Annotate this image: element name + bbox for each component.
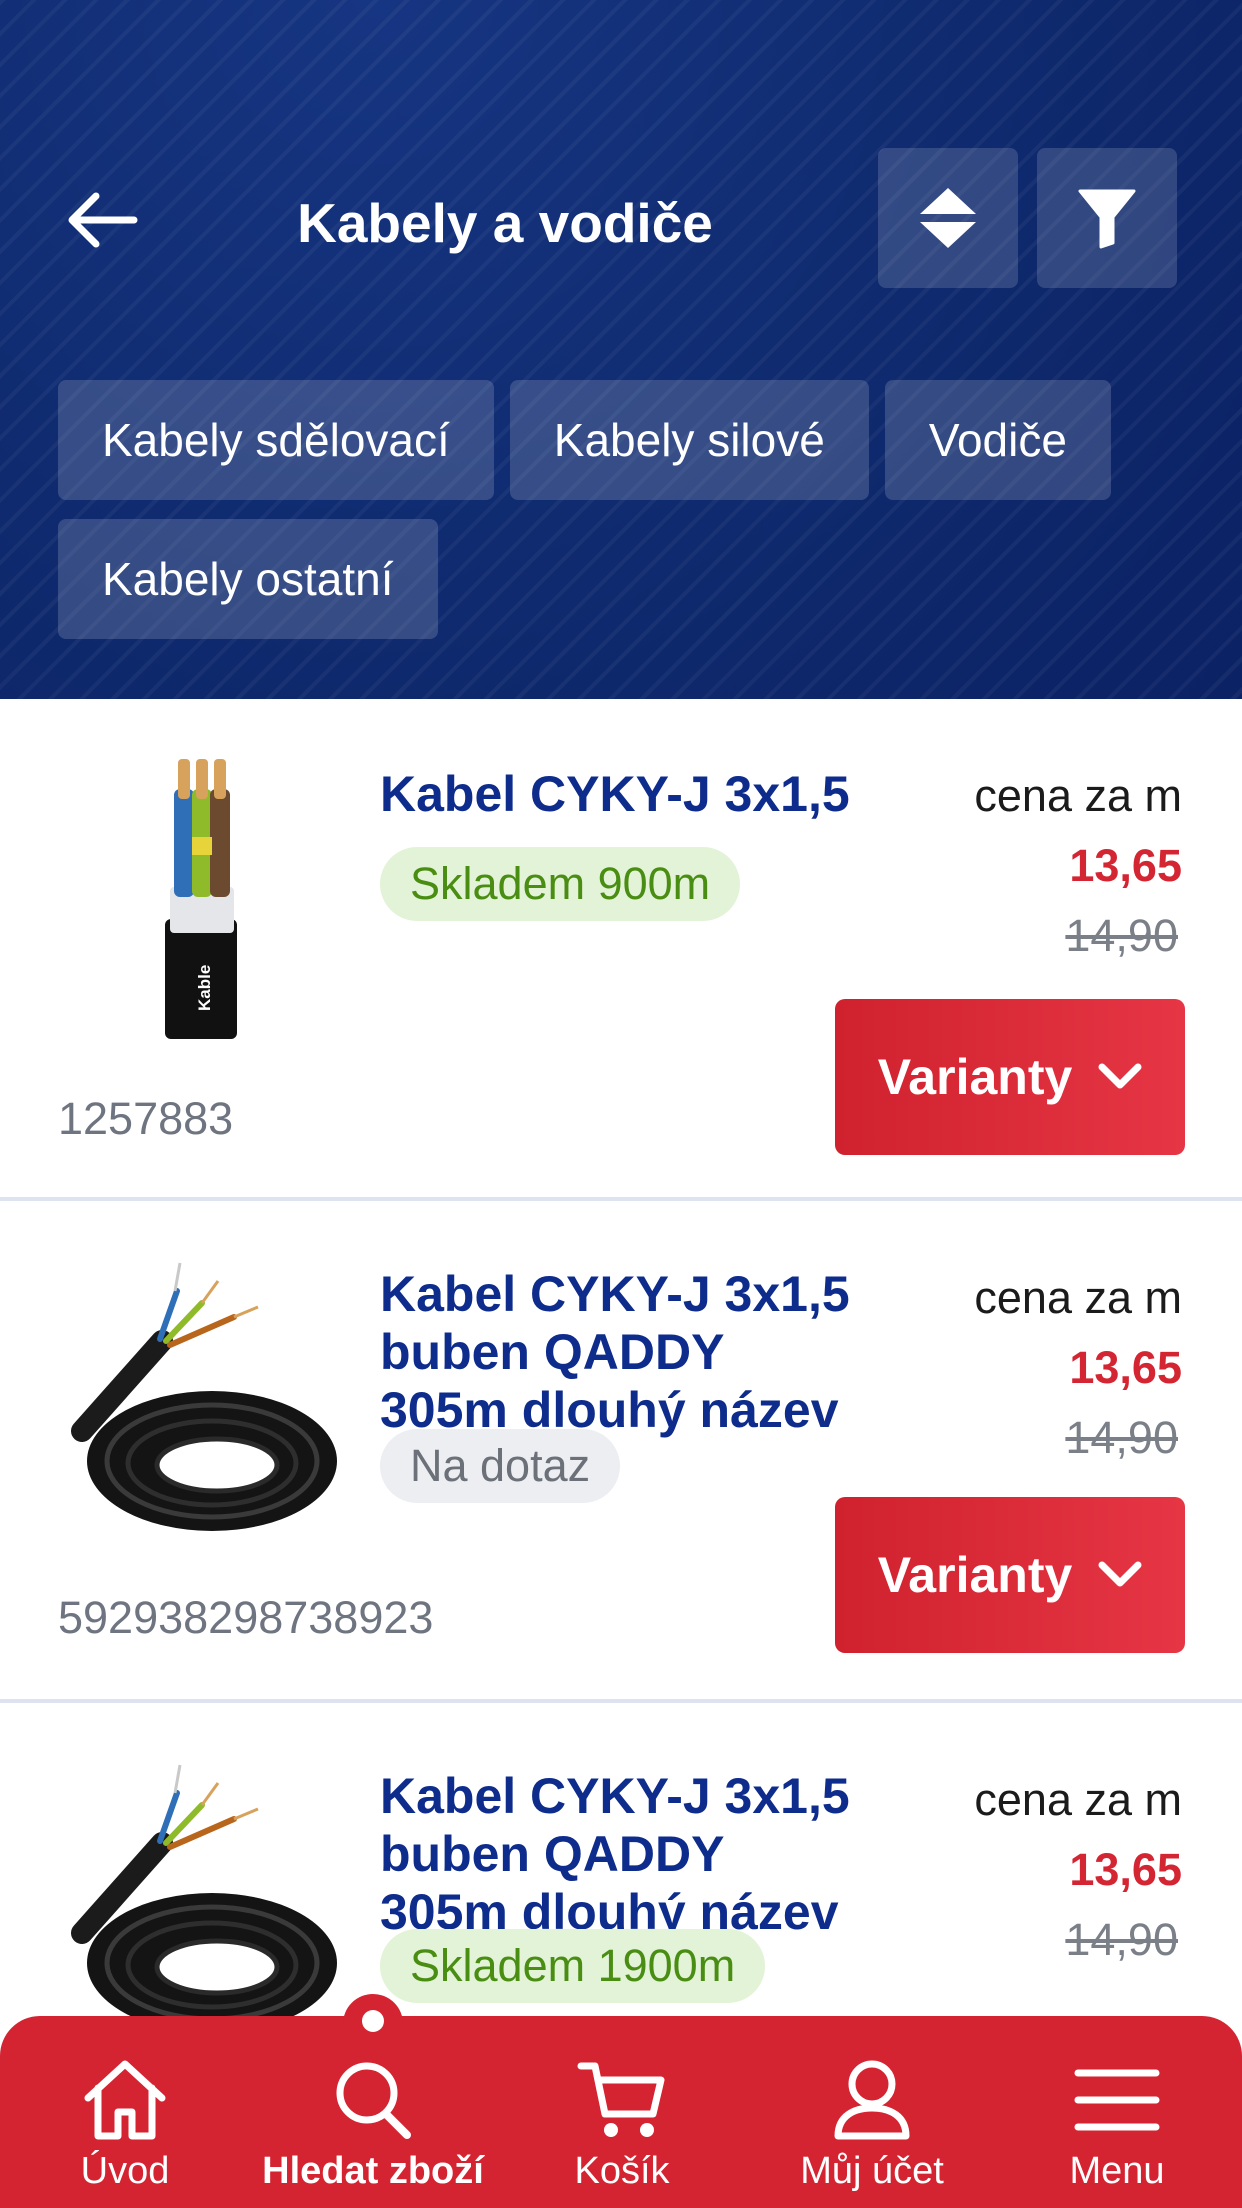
- product-sku: 1257883: [58, 1093, 234, 1144]
- stock-badge: Skladem 1900m: [380, 1929, 766, 2003]
- category-chips: Kabely sdělovací Kabely silové Vodiče Ka…: [58, 380, 1198, 639]
- page-title: Kabely a vodiče: [297, 192, 713, 254]
- original-price: 14,90: [1065, 1412, 1178, 1463]
- menu-icon: [1074, 2069, 1160, 2131]
- nav-label: Úvod: [80, 2150, 170, 2192]
- original-price: 14,90: [1065, 910, 1178, 961]
- product-name[interactable]: Kabel CYKY-J 3x1,5: [380, 765, 850, 823]
- arrow-left-icon: [68, 192, 138, 248]
- variants-button-label: Varianty: [877, 1049, 1073, 1105]
- nav-label: Hledat zboží: [262, 2150, 484, 2192]
- product-name[interactable]: Kabel CYKY-J 3x1,5 buben QADDY 305m dlou…: [380, 1767, 850, 1941]
- nav-item-menu[interactable]: Menu: [997, 2052, 1237, 2202]
- product-name[interactable]: Kabel CYKY-J 3x1,5 buben QADDY 305m dlou…: [380, 1265, 850, 1439]
- nav-label: Košík: [574, 2150, 670, 2192]
- cable-print-text: Kable: [195, 965, 214, 1011]
- nav-label: Můj účet: [800, 2150, 944, 2192]
- nav-item-account[interactable]: Můj účet: [752, 2052, 992, 2202]
- search-icon: [336, 2062, 411, 2139]
- user-icon: [834, 2060, 910, 2140]
- nav-item-search[interactable]: Hledat zboží: [253, 2052, 493, 2202]
- category-chip-kabely-sdelovaci[interactable]: Kabely sdělovací: [58, 380, 494, 500]
- price-unit-label: cena za m: [974, 770, 1182, 821]
- product-list: Kable 1257883 Kabel CYKY-J 3x1,5 Skladem…: [0, 699, 1242, 2205]
- product-image[interactable]: [62, 1251, 352, 1541]
- nav-active-indicator: [362, 2010, 384, 2032]
- category-chip-kabely-silove[interactable]: Kabely silové: [509, 380, 869, 500]
- current-price: 13,65: [1069, 1342, 1182, 1393]
- cart-icon: [577, 2062, 665, 2137]
- product-image[interactable]: [62, 1753, 352, 2043]
- product-item: 592938298738923 Kabel CYKY-J 3x1,5 buben…: [0, 1201, 1242, 1703]
- nav-label: Menu: [1069, 2150, 1165, 2192]
- price-unit-label: cena za m: [974, 1272, 1182, 1323]
- category-chip-kabely-ostatni[interactable]: Kabely ostatní: [58, 519, 438, 639]
- filter-button[interactable]: [1037, 148, 1177, 288]
- variants-button-label: Varianty: [877, 1547, 1073, 1603]
- header: Kabely a vodiče Kabely sdělovací Kabely …: [0, 0, 1242, 699]
- sort-button[interactable]: [878, 148, 1018, 288]
- category-chip-vodice[interactable]: Vodiče: [884, 380, 1111, 500]
- chevron-down-icon: [1098, 1561, 1142, 1587]
- current-price: 13,65: [1069, 1844, 1182, 1895]
- nav-item-cart[interactable]: Košík: [502, 2052, 742, 2202]
- stock-badge: Na dotaz: [380, 1429, 621, 1503]
- product-item: Kable 1257883 Kabel CYKY-J 3x1,5 Skladem…: [0, 699, 1242, 1201]
- back-button[interactable]: [56, 180, 146, 260]
- bottom-navigation: Úvod Hledat zboží Košík Můj účet Menu: [0, 1994, 1242, 2208]
- nav-item-home[interactable]: Úvod: [5, 2052, 245, 2202]
- home-icon: [84, 2060, 166, 2140]
- variants-button[interactable]: Varianty: [835, 999, 1185, 1155]
- current-price: 13,65: [1069, 840, 1182, 891]
- product-sku: 592938298738923: [58, 1592, 434, 1643]
- product-image[interactable]: Kable: [62, 749, 352, 1039]
- original-price: 14,90: [1065, 1914, 1178, 1965]
- stock-badge: Skladem 900m: [380, 847, 741, 921]
- variants-button[interactable]: Varianty: [835, 1497, 1185, 1653]
- chevron-down-icon: [1098, 1063, 1142, 1089]
- price-unit-label: cena za m: [974, 1774, 1182, 1825]
- filter-icon: [1078, 189, 1136, 249]
- sort-icon: [920, 188, 976, 248]
